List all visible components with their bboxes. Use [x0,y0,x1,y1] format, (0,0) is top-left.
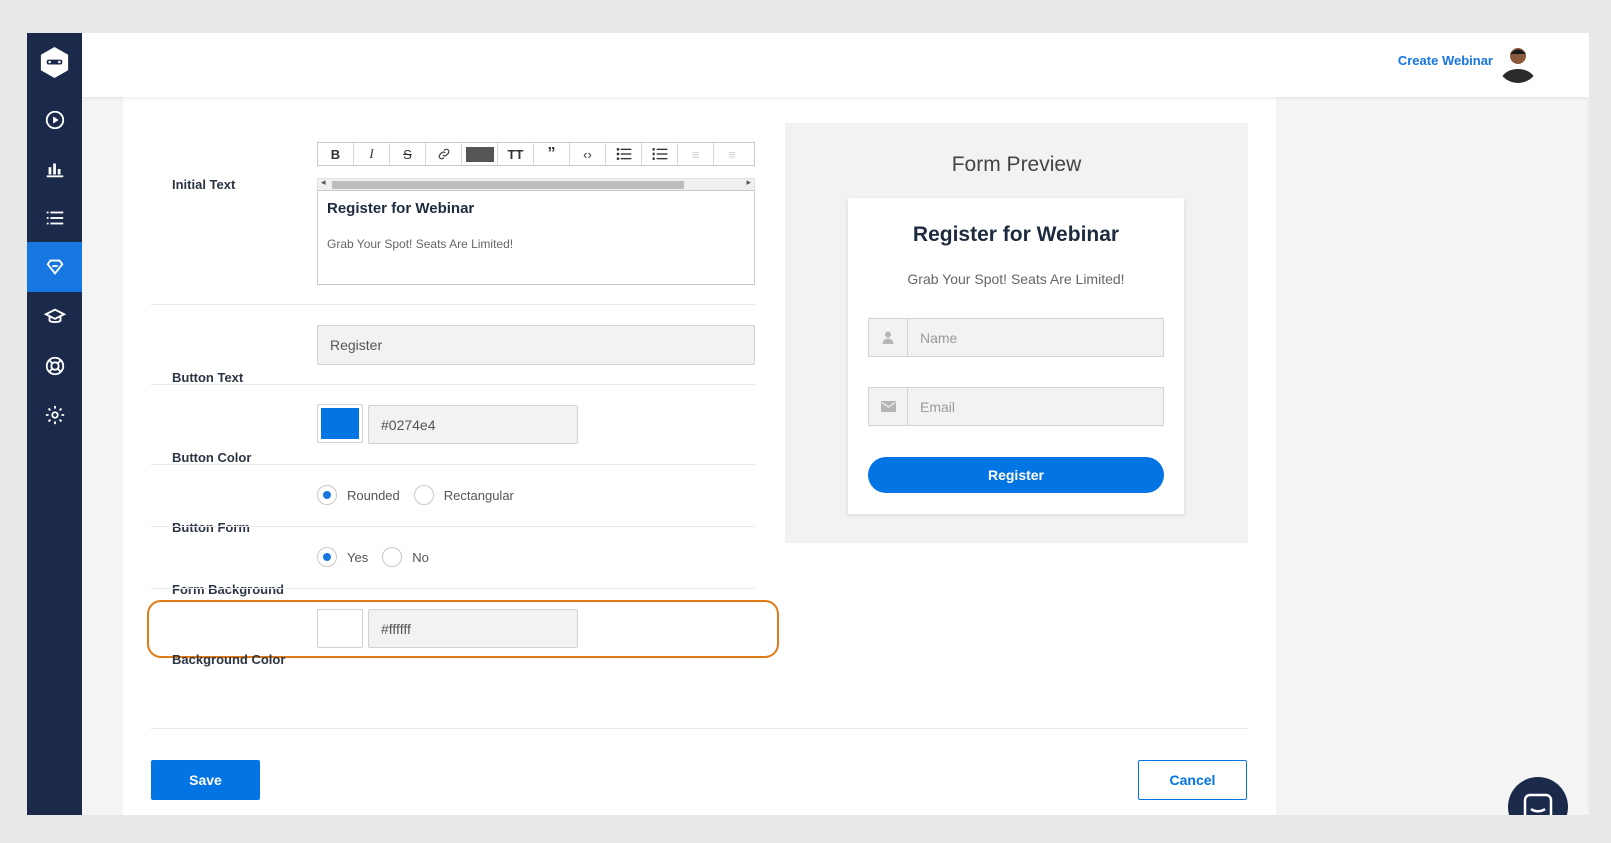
scroll-left-icon[interactable]: ◂ [321,177,326,188]
email-placeholder: Email [920,398,956,415]
indent-icon[interactable]: ≡ [714,143,750,165]
bar-chart-icon[interactable] [27,144,82,194]
numbered-list-icon[interactable] [642,143,678,165]
outdent-icon[interactable]: ≡ [678,143,714,165]
editor-title-text: Register for Webinar [327,200,475,217]
radio-label: Rectangular [443,487,514,503]
page-scrollbar[interactable]: ▲ ▼ [1587,97,1589,815]
button-form-radio-group: Rounded Rectangular [317,485,528,505]
form-background-radio-group: Yes No [317,547,443,567]
envelope-icon [869,388,908,425]
bold-button[interactable]: B [318,143,354,165]
editor-subtitle-text: Grab Your Spot! Seats Are Limited! [327,237,514,251]
divider [151,588,755,589]
radio-rectangular[interactable]: Rectangular [413,485,514,505]
radio-no[interactable]: No [382,547,429,567]
rich-text-editor[interactable]: Register for Webinar Grab Your Spot! Sea… [317,190,755,285]
button-color-label: Button Color [172,450,252,465]
footer-divider [151,728,1248,729]
chat-support-button[interactable] [1508,777,1568,815]
create-webinar-link[interactable]: Create Webinar [1398,53,1493,68]
form-preview-panel: Form Preview Register for Webinar Grab Y… [785,123,1248,543]
text-size-icon[interactable]: TT [498,143,534,165]
editor-toolbar: B I S TT ” ‹› ≡ ≡ [317,142,755,166]
button-form-label: Button Form [172,520,250,535]
user-icon [869,319,908,356]
gear-icon[interactable] [27,390,82,440]
code-icon[interactable]: ‹› [570,143,606,165]
radio-yes[interactable]: Yes [317,547,368,567]
background-color-input[interactable]: #ffffff [368,609,578,648]
initial-text-label: Initial Text [172,177,236,192]
chat-icon [1523,793,1553,815]
radio-label: Rounded [347,487,400,503]
preview-name-field[interactable]: Name [868,318,1164,357]
preview-email-field[interactable]: Email [868,387,1164,426]
divider [151,464,755,465]
name-placeholder: Name [920,329,958,346]
link-icon[interactable] [426,143,462,165]
avatar[interactable] [1497,41,1539,83]
text-color-button[interactable] [462,143,498,165]
sidebar [27,33,82,815]
form-background-label: Form Background [172,582,284,597]
button-text-input[interactable]: Register [317,325,755,365]
registration-form-icon[interactable] [27,242,82,292]
radio-button[interactable] [317,547,337,567]
preview-form: Register for Webinar Grab Your Spot! Sea… [848,198,1184,514]
radio-rounded[interactable]: Rounded [317,485,400,505]
quote-icon[interactable]: ” [534,143,570,165]
graduation-cap-icon[interactable] [27,292,82,342]
top-header: Create Webinar [82,33,1589,97]
divider [151,384,755,385]
radio-button[interactable] [413,485,434,505]
preview-subtitle: Grab Your Spot! Seats Are Limited! [907,271,1125,287]
bullet-list-icon[interactable] [606,143,642,165]
strikethrough-button[interactable]: S [390,143,426,165]
button-text-label: Button Text [172,370,244,385]
button-color-input[interactable]: #0274e4 [368,405,578,444]
radio-label: Yes [347,549,369,565]
italic-button[interactable]: I [354,143,390,165]
settings-card: Initial Text B I S TT ” ‹› ≡ ≡ ◂ ▸ Regis… [123,97,1276,815]
radio-button[interactable] [317,485,337,505]
cancel-button[interactable]: Cancel [1138,760,1247,800]
divider [151,526,755,527]
editor-scroll-thumb[interactable] [332,181,684,189]
list-icon[interactable] [27,193,82,243]
play-circle-icon[interactable] [27,95,82,145]
button-color-swatch[interactable] [317,404,363,443]
app-logo[interactable] [37,45,72,80]
radio-button[interactable] [382,547,403,567]
background-color-label: Background Color [172,652,286,667]
background-color-swatch[interactable] [317,609,363,648]
preview-title: Register for Webinar [912,223,1120,246]
divider [151,304,755,305]
preview-register-button[interactable]: Register [868,457,1164,493]
save-button[interactable]: Save [151,760,260,800]
lifebuoy-icon[interactable] [27,341,82,391]
radio-label: No [412,549,429,565]
scroll-right-icon[interactable]: ▸ [746,177,751,188]
main-content: Initial Text B I S TT ” ‹› ≡ ≡ ◂ ▸ Regis… [82,97,1589,815]
app-window: Create Webinar Initial Text B I S TT ” ‹… [27,33,1589,815]
form-preview-heading: Form Preview [951,153,1082,176]
